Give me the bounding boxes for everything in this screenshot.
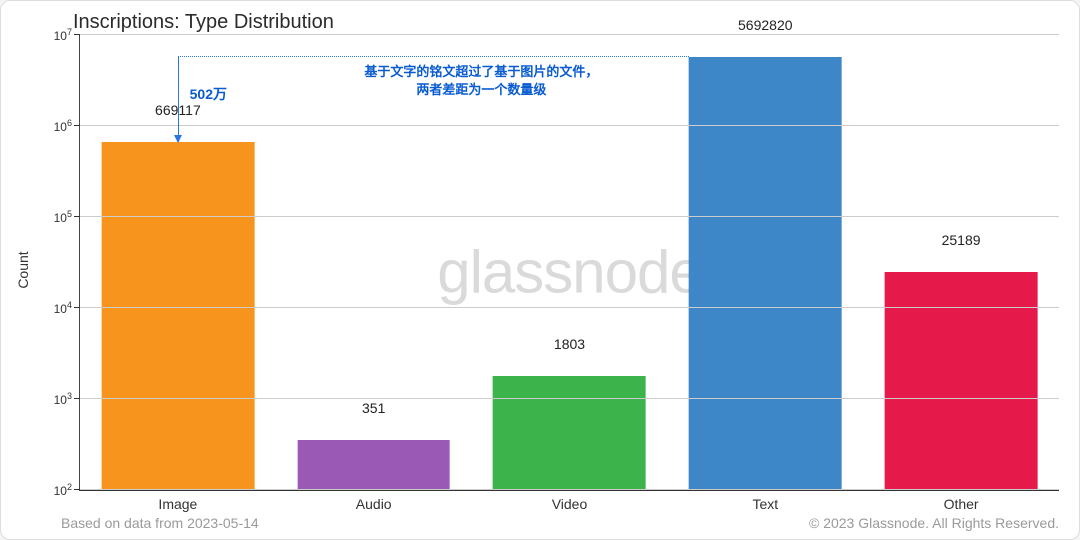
bar-audio — [297, 440, 450, 490]
bar-video — [493, 376, 646, 490]
bar-other — [885, 272, 1038, 491]
annotation-gap-label: 502万 — [190, 84, 227, 104]
grid-line — [80, 398, 1059, 399]
bar-slot: 1803Video — [472, 35, 668, 490]
bar-slot: 351Audio — [276, 35, 472, 490]
bar-slot: 5692820Text — [667, 35, 863, 490]
grid-line — [80, 216, 1059, 217]
bar-text — [689, 57, 842, 490]
xtick-label: Video — [552, 490, 588, 512]
ytick-label: 105 — [54, 209, 80, 225]
footer-right: © 2023 Glassnode. All Rights Reserved. — [809, 515, 1059, 531]
chart-title: Inscriptions: Type Distribution — [73, 11, 334, 34]
xtick-label: Other — [944, 490, 979, 512]
bar-value-label: 25189 — [942, 232, 981, 252]
ytick-label: 104 — [54, 300, 80, 316]
grid-line — [80, 34, 1059, 35]
ytick-label: 107 — [54, 27, 80, 43]
xtick-label: Image — [158, 490, 197, 512]
chart-frame: Inscriptions: Type Distribution Count gl… — [0, 0, 1080, 540]
footer-left: Based on data from 2023-05-14 — [61, 515, 259, 531]
grid-line — [80, 489, 1059, 490]
y-axis-label: Count — [15, 251, 31, 288]
annotation-caption: 基于文字的铭文超过了基于图片的文件，两者差距为一个数量级 — [364, 63, 598, 98]
annotation-line — [178, 56, 689, 57]
xtick-label: Text — [752, 490, 778, 512]
plot-area: glassnode 669117Image351Audio1803Video56… — [79, 35, 1059, 491]
ytick-label: 103 — [54, 391, 80, 407]
bar-slot: 25189Other — [863, 35, 1059, 490]
ytick-label: 102 — [54, 482, 80, 498]
xtick-label: Audio — [356, 490, 392, 512]
grid-line — [80, 307, 1059, 308]
grid-line — [80, 125, 1059, 126]
annotation-arrow — [178, 57, 179, 142]
bar-value-label: 351 — [362, 400, 385, 420]
ytick-label: 106 — [54, 118, 80, 134]
bar-image — [102, 142, 255, 490]
bar-value-label: 1803 — [554, 336, 585, 356]
